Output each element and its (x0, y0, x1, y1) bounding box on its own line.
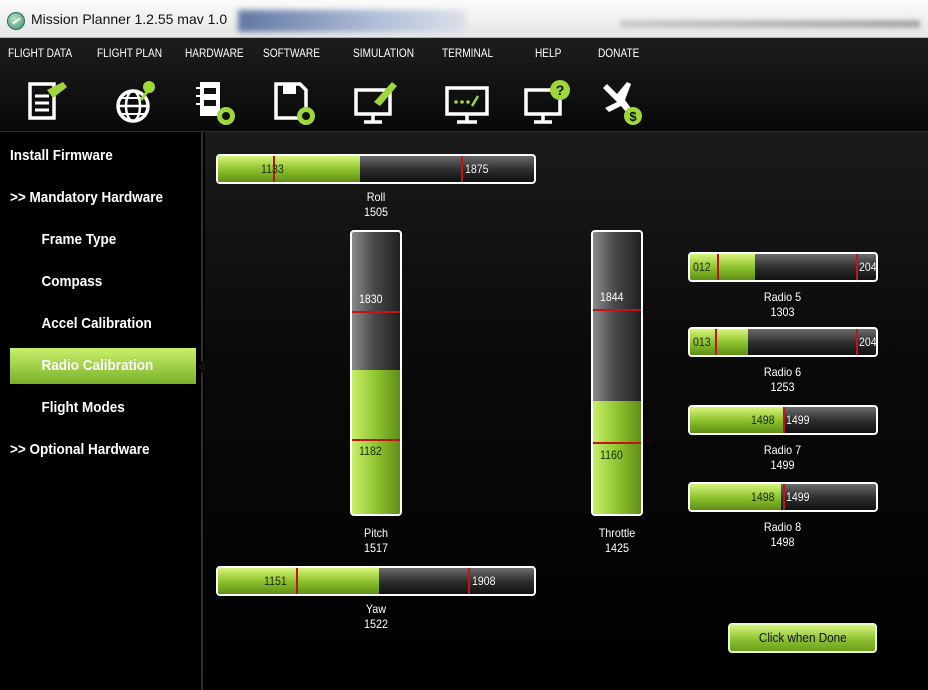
roll-caption: Roll 1505 (341, 190, 411, 220)
menu-software-label[interactable]: SOFTWARE (263, 48, 320, 60)
roll-max-value: 1875 (465, 162, 489, 176)
yaw-bar: 1151 1908 (216, 566, 536, 596)
main-toolbar: FLIGHT DATA FLIGHT PLAN HARDWARE SOFTWAR… (0, 38, 928, 132)
radio6-min-marker (715, 329, 717, 355)
sidebar-item-flight-modes[interactable]: Flight Modes (10, 390, 196, 426)
radio5-min-value: 012 (693, 260, 711, 274)
yaw-min-marker (296, 568, 298, 594)
radio5-max-marker (856, 254, 858, 280)
sidebar-item-install-firmware[interactable]: Install Firmware (10, 138, 196, 174)
svg-text:?: ? (556, 82, 565, 98)
menu-donate-label[interactable]: DONATE (598, 48, 639, 60)
throttle-min-value: 1160 (600, 448, 623, 462)
radio7-max-value: 1499 (786, 413, 810, 427)
radio5-label: Radio 5 (763, 290, 802, 304)
save-disk-icon[interactable] (270, 78, 320, 128)
pitch-label: Pitch (363, 526, 389, 540)
radio6-max-marker (856, 329, 858, 355)
pitch-caption: Pitch 1517 (341, 526, 411, 556)
radio8-caption: Radio 8 1498 (745, 520, 820, 550)
menu-help-label[interactable]: HELP (535, 48, 561, 60)
roll-label: Roll (366, 190, 386, 204)
sidebar-item-frame-type[interactable]: Frame Type (10, 222, 196, 258)
pitch-min-marker (352, 439, 400, 441)
radio6-value: 1253 (770, 380, 795, 394)
radio7-center-marker (783, 407, 785, 433)
sidebar-item-optional-hardware[interactable]: >> Optional Hardware (10, 432, 196, 468)
sidebar-item-radio-calibration[interactable]: Radio Calibration (10, 348, 205, 384)
blurred-title-area (238, 10, 466, 32)
throttle-max-value: 1844 (600, 290, 624, 304)
radio5-bar: 012 204 (688, 252, 878, 282)
yaw-caption: Yaw 1522 (341, 602, 411, 632)
roll-fill (218, 156, 361, 182)
window-title: Mission Planner 1.2.55 mav 1.0 (31, 11, 228, 27)
yaw-value: 1522 (363, 617, 389, 631)
radio8-min-value: 1498 (751, 490, 775, 504)
yaw-label: Yaw (365, 602, 387, 616)
flight-data-icon[interactable] (21, 78, 71, 128)
menu-simulation-label[interactable]: SIMULATION (353, 48, 414, 60)
roll-bar: 1133 1875 (216, 154, 536, 184)
radio5-max-value: 204 (859, 260, 877, 274)
sidebar-item-compass[interactable]: Compass (10, 264, 196, 300)
yaw-min-value: 1151 (264, 574, 287, 588)
menu-flight-plan-label[interactable]: FLIGHT PLAN (97, 48, 162, 60)
svg-text:$: $ (629, 109, 637, 124)
radio7-value: 1499 (770, 458, 795, 472)
pitch-min-value: 1182 (359, 444, 382, 458)
radio7-caption: Radio 7 1499 (745, 443, 820, 473)
sidebar-item-accel-calibration[interactable]: Accel Calibration (10, 306, 196, 342)
yaw-max-marker (468, 568, 470, 594)
pitch-max-marker (352, 311, 400, 313)
radio5-min-marker (717, 254, 719, 280)
pitch-bar: 1830 1182 (350, 230, 402, 516)
help-icon[interactable]: ? (522, 78, 572, 128)
radio6-label: Radio 6 (763, 365, 802, 379)
radio8-label: Radio 8 (763, 520, 802, 534)
active-indicator-arrow (196, 359, 205, 375)
throttle-bar: 1844 1160 (591, 230, 643, 516)
roll-max-marker (461, 156, 463, 182)
sidebar: Install Firmware >> Mandatory Hardware F… (0, 132, 205, 690)
radio7-label: Radio 7 (763, 443, 802, 457)
radio8-max-value: 1499 (786, 490, 810, 504)
radio6-max-value: 204 (859, 335, 877, 349)
radio5-caption: Radio 5 1303 (745, 290, 820, 320)
radio6-min-value: 013 (693, 335, 711, 349)
radio8-bar: 1498 1499 (688, 482, 878, 512)
throttle-min-marker (593, 442, 641, 444)
throttle-caption: Throttle 1425 (581, 526, 653, 556)
menu-flight-data-label[interactable]: FLIGHT DATA (8, 48, 72, 60)
radio6-bar: 013 204 (688, 327, 878, 357)
roll-min-value: 1133 (261, 162, 284, 176)
yaw-max-value: 1908 (472, 574, 496, 588)
click-when-done-button[interactable]: Click when Done (728, 623, 877, 653)
pitch-max-value: 1830 (359, 292, 383, 306)
throttle-label: Throttle (598, 526, 636, 540)
pitch-fill (352, 370, 400, 514)
globe-icon[interactable] (111, 78, 161, 128)
simulation-monitor-icon[interactable] (352, 78, 402, 128)
hardware-chip-icon[interactable] (192, 78, 242, 128)
radio8-value: 1498 (770, 535, 795, 549)
radio8-center-marker (783, 484, 785, 510)
window-title-bar: Mission Planner 1.2.55 mav 1.0 (0, 0, 928, 38)
donate-plane-icon[interactable]: $ (597, 78, 647, 128)
menu-hardware-label[interactable]: HARDWARE (185, 48, 244, 60)
radio7-min-value: 1498 (751, 413, 775, 427)
throttle-value: 1425 (604, 541, 630, 555)
radio7-bar: 1498 1499 (688, 405, 878, 435)
yaw-fill (218, 568, 380, 594)
radio5-value: 1303 (770, 305, 795, 319)
terminal-icon[interactable] (443, 78, 493, 128)
pitch-value: 1517 (363, 541, 389, 555)
blurred-title-area (620, 20, 920, 28)
roll-value: 1505 (363, 205, 389, 219)
sidebar-item-mandatory-hardware[interactable]: >> Mandatory Hardware (10, 180, 196, 216)
radio6-caption: Radio 6 1253 (745, 365, 820, 395)
throttle-max-marker (593, 309, 641, 311)
menu-terminal-label[interactable]: TERMINAL (442, 48, 493, 60)
app-icon (7, 12, 25, 30)
